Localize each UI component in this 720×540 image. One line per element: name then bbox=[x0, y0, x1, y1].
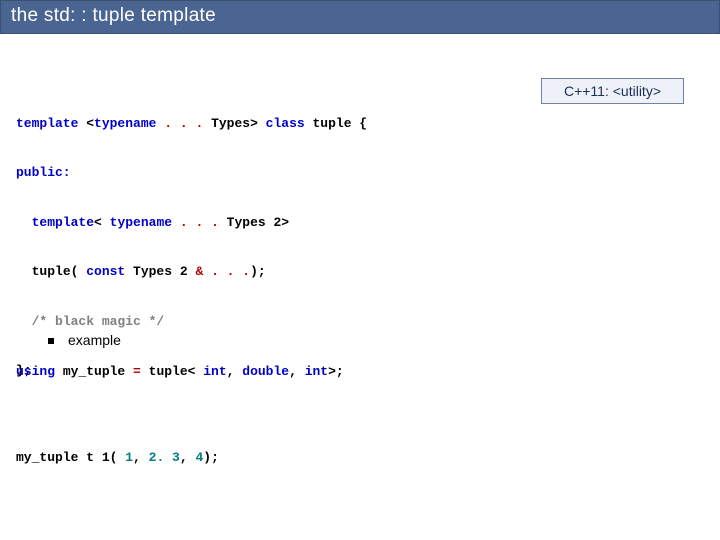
ampersand: & bbox=[195, 264, 211, 279]
code-text: Types 2 bbox=[133, 264, 195, 279]
keyword-typename: typename bbox=[94, 116, 156, 131]
code-text: >; bbox=[328, 364, 344, 379]
keyword-int: int bbox=[203, 364, 226, 379]
code-text: , bbox=[180, 450, 196, 465]
example-label: example bbox=[68, 332, 121, 348]
code-comment: /* black magic */ bbox=[32, 314, 165, 329]
code-text: < bbox=[78, 116, 94, 131]
code-text: t 1( bbox=[86, 450, 125, 465]
keyword-typename: typename bbox=[110, 215, 172, 230]
keyword-class: class bbox=[266, 116, 313, 131]
code-text: tuple< bbox=[149, 364, 204, 379]
code-text: Types 2> bbox=[227, 215, 289, 230]
code-text: Types> bbox=[211, 116, 266, 131]
keyword-int: int bbox=[305, 364, 328, 379]
usage-block: using my_tuple = tuple< int, double, int… bbox=[16, 358, 344, 472]
number-literal: 1 bbox=[125, 450, 133, 465]
code-text: tuple { bbox=[312, 116, 367, 131]
code-indent bbox=[16, 264, 32, 279]
keyword-template: template bbox=[32, 215, 94, 230]
bullet-icon bbox=[48, 338, 54, 344]
keyword-using: using bbox=[16, 364, 63, 379]
equals: = bbox=[133, 364, 149, 379]
code-text: ); bbox=[203, 450, 219, 465]
code-text: ); bbox=[250, 264, 266, 279]
code-text: < bbox=[94, 215, 110, 230]
ellipsis: . . . bbox=[211, 264, 250, 279]
code-text: , bbox=[133, 450, 149, 465]
code-text: my_tuple bbox=[63, 364, 133, 379]
code-text: tuple( bbox=[32, 264, 87, 279]
slide: the std: : tuple template C++11: <utilit… bbox=[0, 0, 720, 540]
standard-badge: C++11: <utility> bbox=[541, 78, 684, 104]
code-text: , bbox=[227, 364, 243, 379]
code-indent bbox=[16, 314, 32, 329]
ellipsis: . . . bbox=[172, 215, 227, 230]
keyword-const: const bbox=[86, 264, 133, 279]
keyword-double: double bbox=[242, 364, 289, 379]
keyword-public: public: bbox=[16, 165, 71, 180]
code-text: , bbox=[289, 364, 305, 379]
slide-title: the std: : tuple template bbox=[11, 5, 216, 26]
badge-text: C++11: <utility> bbox=[564, 83, 661, 99]
code-text: my_tuple bbox=[16, 450, 86, 465]
example-bullet-row: example bbox=[48, 332, 121, 348]
keyword-template: template bbox=[16, 116, 78, 131]
number-literal: 2. 3 bbox=[149, 450, 180, 465]
code-indent bbox=[16, 215, 32, 230]
slide-title-bar: the std: : tuple template bbox=[0, 0, 720, 34]
ellipsis: . . . bbox=[156, 116, 211, 131]
